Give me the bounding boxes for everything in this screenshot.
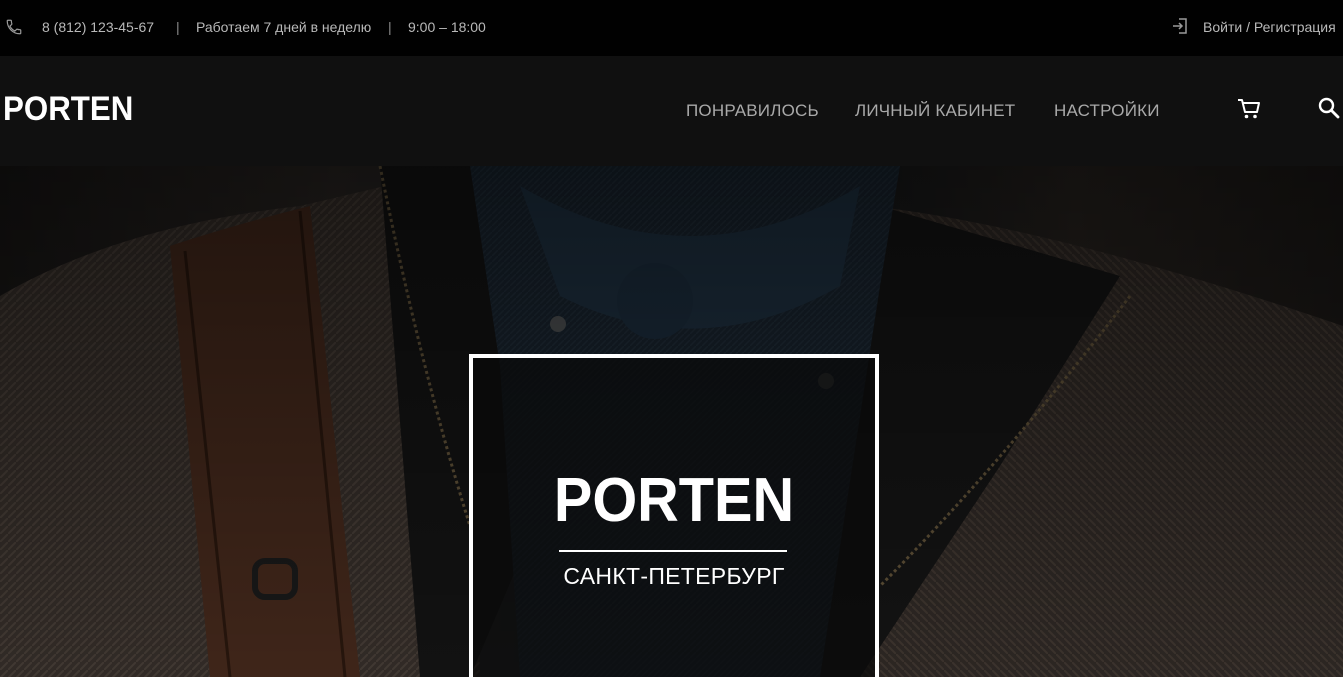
search-icon[interactable] xyxy=(1318,97,1340,119)
main-nav: PORTEN ПОНРАВИЛОСЬ ЛИЧНЫЙ КАБИНЕТ НАСТРО… xyxy=(0,56,1343,166)
schedule-text: Работаем 7 дней в неделю xyxy=(196,19,372,35)
phone-icon xyxy=(6,19,22,35)
working-hours: 9:00 – 18:00 xyxy=(408,19,486,35)
nav-link-account[interactable]: ЛИЧНЫЙ КАБИНЕТ xyxy=(855,100,1015,122)
nav-link-favorites[interactable]: ПОНРАВИЛОСЬ xyxy=(686,100,819,122)
login-register-link[interactable]: Войти / Регистрация xyxy=(1203,18,1336,36)
hero-logo-box: PORTEN САНКТ-ПЕТЕРБУРГ xyxy=(469,354,879,677)
cart-icon[interactable] xyxy=(1237,98,1261,120)
hero-city-label: САНКТ-ПЕТЕРБУРГ xyxy=(563,563,785,589)
separator: | xyxy=(388,19,392,35)
site-logo[interactable]: PORTEN xyxy=(3,89,133,129)
hero-banner: PORTEN САНКТ-ПЕТЕРБУРГ xyxy=(0,166,1343,677)
separator: | xyxy=(176,19,180,35)
page: 8 (812) 123-45-67 | Работаем 7 дней в не… xyxy=(0,0,1343,677)
login-icon[interactable] xyxy=(1172,17,1188,35)
phone-number[interactable]: 8 (812) 123-45-67 xyxy=(42,18,154,36)
nav-link-settings[interactable]: НАСТРОЙКИ xyxy=(1054,100,1160,122)
hero-divider xyxy=(559,550,787,552)
top-info-bar: 8 (812) 123-45-67 | Работаем 7 дней в не… xyxy=(0,0,1343,56)
hero-brand-logo: PORTEN xyxy=(553,466,795,535)
